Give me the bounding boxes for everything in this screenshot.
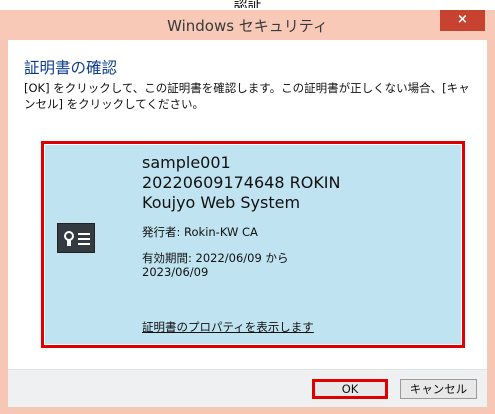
dialog-heading: 証明書の確認 <box>24 59 118 77</box>
window-title: Windows セキュリティ <box>167 17 328 35</box>
certificate-highlight-box <box>41 141 465 348</box>
close-icon: × <box>457 12 468 27</box>
button-bar: OK キャンセル <box>8 369 487 407</box>
background-window-strip: 認証 <box>0 0 495 10</box>
cancel-button[interactable]: キャンセル <box>400 379 477 399</box>
ok-button[interactable]: OK <box>312 379 388 399</box>
background-window-title: 認証 <box>233 0 262 8</box>
security-dialog: Windows セキュリティ × 証明書の確認 [OK] をクリックして、この証… <box>0 10 495 414</box>
screen: 認証 Windows セキュリティ × 証明書の確認 [OK] をクリックして、… <box>0 0 495 414</box>
dialog-description: [OK] をクリックして、この証明書を確認します。この証明書が正しくない場合、[… <box>24 81 470 111</box>
dialog-content: 証明書の確認 [OK] をクリックして、この証明書を確認します。この証明書が正し… <box>8 40 487 407</box>
close-button[interactable]: × <box>440 10 485 31</box>
title-bar[interactable]: Windows セキュリティ × <box>0 10 495 40</box>
